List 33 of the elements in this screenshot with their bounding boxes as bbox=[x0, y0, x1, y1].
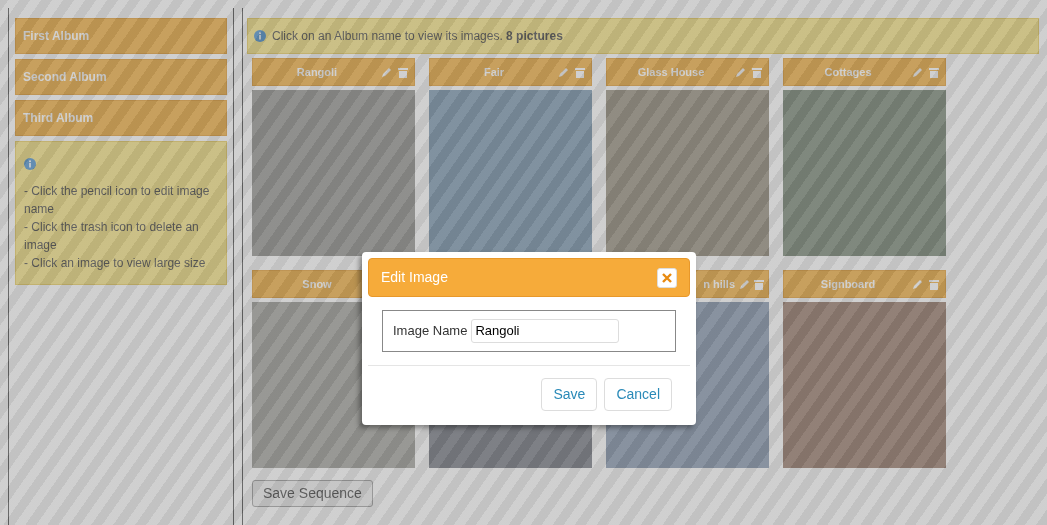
trash-icon[interactable] bbox=[398, 66, 408, 78]
trash-icon[interactable] bbox=[754, 278, 764, 290]
save-button[interactable]: Save bbox=[541, 377, 598, 411]
pencil-icon[interactable] bbox=[735, 66, 746, 78]
trash-icon[interactable] bbox=[752, 66, 762, 78]
image-title: Snow bbox=[301, 276, 333, 292]
trash-icon[interactable] bbox=[575, 66, 585, 78]
pencil-icon[interactable] bbox=[739, 278, 750, 290]
cancel-button[interactable]: Cancel bbox=[604, 377, 672, 411]
info-icon bbox=[24, 157, 36, 170]
help-text: - Click an image to view large size bbox=[24, 255, 207, 272]
pencil-icon[interactable] bbox=[558, 66, 569, 78]
help-text: - Click the pencil icon to edit image name bbox=[24, 183, 211, 218]
image-title: Glass House bbox=[636, 64, 706, 80]
image-title: Rangoli bbox=[295, 64, 339, 80]
pencil-icon[interactable] bbox=[381, 66, 392, 78]
close-button[interactable] bbox=[657, 267, 677, 288]
trash-icon[interactable] bbox=[929, 278, 939, 290]
info-icon bbox=[254, 30, 266, 42]
pencil-icon[interactable] bbox=[912, 278, 923, 290]
dialog-title: Edit Image bbox=[381, 268, 448, 287]
close-icon bbox=[662, 272, 672, 283]
save-sequence-button[interactable]: Save Sequence bbox=[252, 480, 373, 507]
image-name-field[interactable]: Rangoli bbox=[471, 319, 620, 343]
pencil-icon[interactable] bbox=[912, 66, 923, 78]
image-title: Fair bbox=[482, 64, 506, 80]
notice-text: Click on an Album name to view its images. 8 pictures bbox=[272, 28, 563, 45]
trash-icon[interactable] bbox=[929, 66, 939, 78]
image-title: n hills bbox=[703, 276, 735, 292]
field-label: Image Name bbox=[393, 322, 468, 340]
help-text: - Click the trash icon to delete an image bbox=[24, 219, 200, 254]
image-title: Cottages bbox=[823, 64, 873, 80]
image-title: Signboard bbox=[819, 276, 877, 292]
